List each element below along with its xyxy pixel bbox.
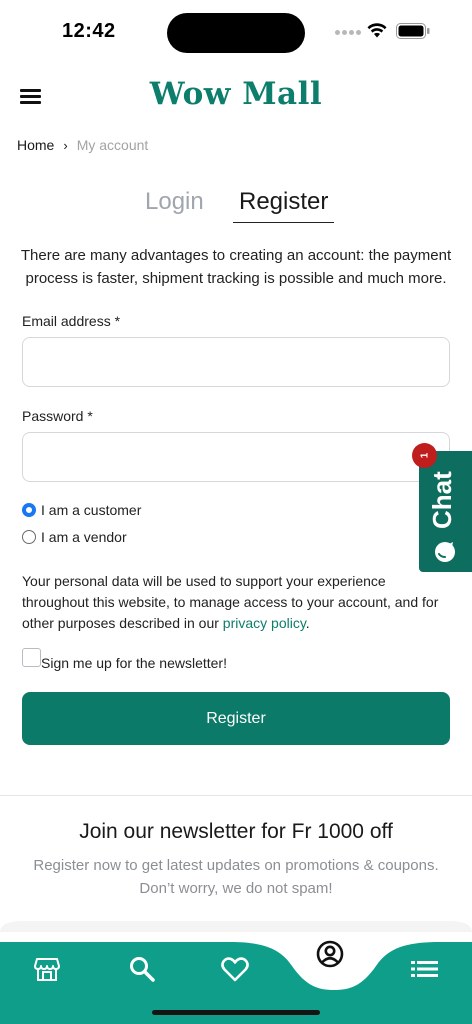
email-label: Email address * <box>22 313 121 329</box>
role-customer-label: I am a customer <box>41 502 142 518</box>
auth-tabs: Login Register <box>0 188 472 228</box>
chat-widget[interactable]: Chat <box>419 451 472 572</box>
status-bar: 12:42 <box>0 0 472 62</box>
wifi-icon <box>367 23 387 38</box>
newsletter-checkbox-label: Sign me up for the newsletter! <box>41 655 227 671</box>
breadcrumb-home[interactable]: Home <box>17 137 54 153</box>
radio-vendor[interactable] <box>22 530 36 544</box>
breadcrumb: Home › My account <box>17 137 148 153</box>
home-indicator <box>152 1010 320 1015</box>
signal-icon <box>335 30 361 35</box>
privacy-notice: Your personal data will be used to suppo… <box>22 571 452 634</box>
role-vendor-label: I am a vendor <box>41 529 127 545</box>
newsletter-checkbox[interactable] <box>22 648 41 667</box>
chat-bubble-icon <box>435 542 455 562</box>
header: Wow Mall <box>0 70 472 125</box>
status-time: 12:42 <box>62 20 116 42</box>
battery-icon <box>396 23 430 39</box>
newsletter-title: Join our newsletter for Fr 1000 off <box>79 820 393 843</box>
password-label: Password * <box>22 408 93 424</box>
intro-text: There are many advantages to creating an… <box>20 247 452 287</box>
breadcrumb-separator: › <box>63 137 68 153</box>
breadcrumb-current: My account <box>76 137 149 153</box>
register-button[interactable]: Register <box>22 692 450 745</box>
password-field[interactable] <box>22 432 450 482</box>
heart-icon[interactable] <box>221 956 249 982</box>
dynamic-island <box>167 13 305 53</box>
chat-label: Chat <box>427 471 457 529</box>
search-icon[interactable] <box>129 956 155 982</box>
tab-login[interactable]: Login <box>145 188 204 216</box>
role-customer-option[interactable]: I am a customer <box>22 502 141 518</box>
bottom-nav <box>0 918 472 1024</box>
email-field[interactable] <box>22 337 450 387</box>
privacy-policy-link[interactable]: privacy policy <box>223 615 306 631</box>
brand-logo[interactable]: Wow Mall <box>0 76 472 112</box>
list-icon[interactable] <box>411 960 438 978</box>
radio-customer[interactable] <box>22 503 36 517</box>
account-icon[interactable] <box>316 940 344 968</box>
newsletter-checkbox-row[interactable]: Sign me up for the newsletter! <box>22 648 227 671</box>
tab-register[interactable]: Register <box>233 188 335 223</box>
store-icon[interactable] <box>34 956 60 982</box>
privacy-end: . <box>305 615 310 631</box>
newsletter-text: Register now to get latest updates on pr… <box>33 857 439 897</box>
section-divider <box>0 795 472 796</box>
chat-unread-badge: 1 <box>412 443 437 468</box>
role-vendor-option[interactable]: I am a vendor <box>22 529 127 545</box>
